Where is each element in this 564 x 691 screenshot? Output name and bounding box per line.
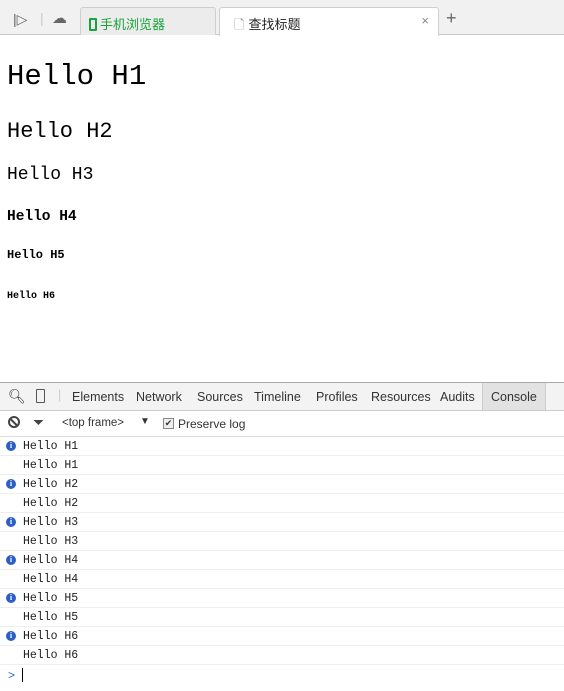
- heading-h3: Hello H3: [7, 165, 94, 185]
- message-text: Hello H6: [23, 630, 79, 643]
- tab-find-title[interactable]: 🗋 查找标题 ×: [219, 7, 439, 36]
- message-text: Hello H1: [23, 459, 79, 472]
- devtools-tabs: 🔍︎ | Elements Network Sources Timeline P…: [0, 383, 564, 411]
- message-text: Hello H2: [23, 478, 79, 491]
- filter-icon[interactable]: ⏷: [33, 414, 44, 431]
- clear-console-icon[interactable]: [8, 416, 20, 428]
- message-text: Hello H5: [23, 611, 79, 624]
- frame-select[interactable]: <top frame>: [62, 417, 124, 429]
- tab-timeline[interactable]: Timeline: [254, 390, 301, 404]
- message-text: Hello H2: [23, 497, 79, 510]
- info-icon: i: [6, 441, 16, 451]
- message-text: Hello H3: [23, 516, 79, 529]
- console-message: i Hello H4: [0, 551, 564, 570]
- preserve-log-checkbox[interactable]: ✔: [163, 418, 174, 429]
- prompt-icon: >: [8, 668, 16, 682]
- sidebar-toggle-icon[interactable]: |▷: [13, 11, 27, 28]
- info-icon: i: [6, 593, 16, 603]
- cloud-icon[interactable]: ☁: [52, 9, 67, 27]
- console-messages: i Hello H1 Hello H1 i Hello H2 Hello H2 i Hello…: [0, 437, 564, 665]
- message-text: Hello H4: [23, 554, 79, 567]
- tab-sources[interactable]: Sources: [197, 390, 243, 404]
- text-cursor: [22, 668, 23, 682]
- console-message: Hello H4: [0, 570, 564, 589]
- console-message: i Hello H5: [0, 589, 564, 608]
- tab-audits[interactable]: Audits: [440, 390, 475, 404]
- console-message: Hello H3: [0, 532, 564, 551]
- console-message: i Hello H3: [0, 513, 564, 532]
- heading-h1: Hello H1: [7, 60, 147, 93]
- message-text: Hello H3: [23, 535, 79, 548]
- search-icon[interactable]: 🔍︎: [8, 388, 26, 405]
- message-text: Hello H5: [23, 592, 79, 605]
- console-message: i Hello H2: [0, 475, 564, 494]
- console-message: i Hello H6: [0, 627, 564, 646]
- console-message: i Hello H1: [0, 437, 564, 456]
- divider: |: [40, 10, 44, 26]
- frame-dropdown-icon[interactable]: ▼: [140, 416, 150, 427]
- page-icon: 🗋: [234, 17, 245, 32]
- devtools-panel: 🔍︎ | Elements Network Sources Timeline P…: [0, 382, 564, 691]
- message-text: Hello H4: [23, 573, 79, 586]
- heading-h2: Hello H2: [7, 119, 113, 144]
- console-message: Hello H2: [0, 494, 564, 513]
- device-mode-icon[interactable]: [36, 389, 45, 403]
- new-tab-button[interactable]: +: [446, 8, 457, 29]
- phone-icon: [89, 18, 97, 31]
- heading-h6: Hello H6: [7, 291, 56, 302]
- info-icon: i: [6, 479, 16, 489]
- tab-label: 查找标题: [248, 17, 301, 32]
- tab-resources[interactable]: Resources: [371, 390, 431, 404]
- message-text: Hello H1: [23, 440, 79, 453]
- divider: |: [58, 388, 62, 402]
- message-text: Hello H6: [23, 649, 79, 662]
- close-tab-icon[interactable]: ×: [421, 13, 429, 28]
- tab-mobile-browser[interactable]: 手机浏览器: [80, 7, 216, 35]
- console-message: Hello H5: [0, 608, 564, 627]
- tab-label: 手机浏览器: [100, 17, 166, 32]
- info-icon: i: [6, 631, 16, 641]
- console-message: Hello H6: [0, 646, 564, 665]
- info-icon: i: [6, 555, 16, 565]
- preserve-log-label: Preserve log: [178, 417, 246, 431]
- heading-h5: Hello H5: [7, 248, 65, 262]
- heading-h4: Hello H4: [7, 209, 77, 225]
- console-toolbar: ⏷ <top frame> ▼ ✔ Preserve log: [0, 411, 564, 437]
- info-icon: i: [6, 517, 16, 527]
- tab-elements[interactable]: Elements: [72, 390, 124, 404]
- tab-network[interactable]: Network: [136, 390, 182, 404]
- tab-profiles[interactable]: Profiles: [316, 390, 358, 404]
- console-message: Hello H1: [0, 456, 564, 475]
- console-prompt[interactable]: >: [0, 665, 564, 685]
- tab-console[interactable]: Console: [482, 383, 546, 410]
- browser-tab-bar: |▷ | ☁ 手机浏览器 🗋 查找标题 × +: [0, 0, 564, 36]
